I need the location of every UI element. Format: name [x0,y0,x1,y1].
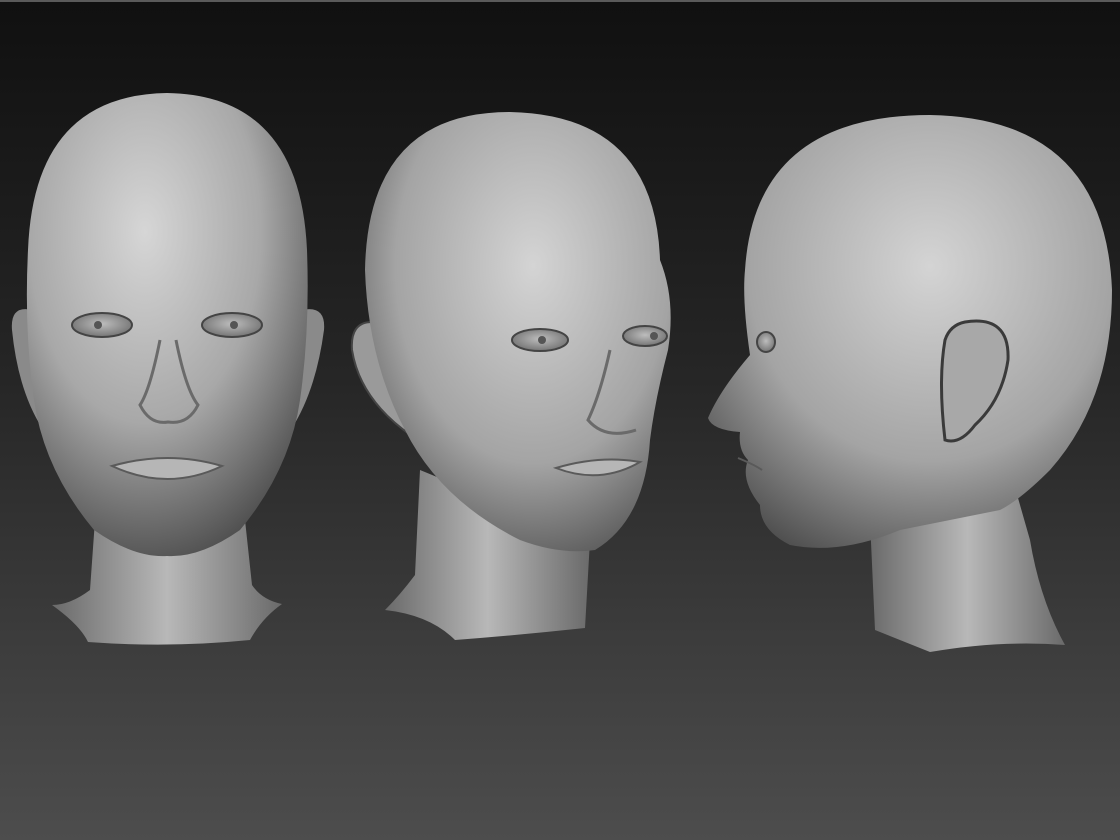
eye-right [622,325,668,347]
top-border [0,0,1120,2]
sculpt-viewport [0,0,1120,840]
eye [756,331,776,353]
skull-face [26,93,308,557]
